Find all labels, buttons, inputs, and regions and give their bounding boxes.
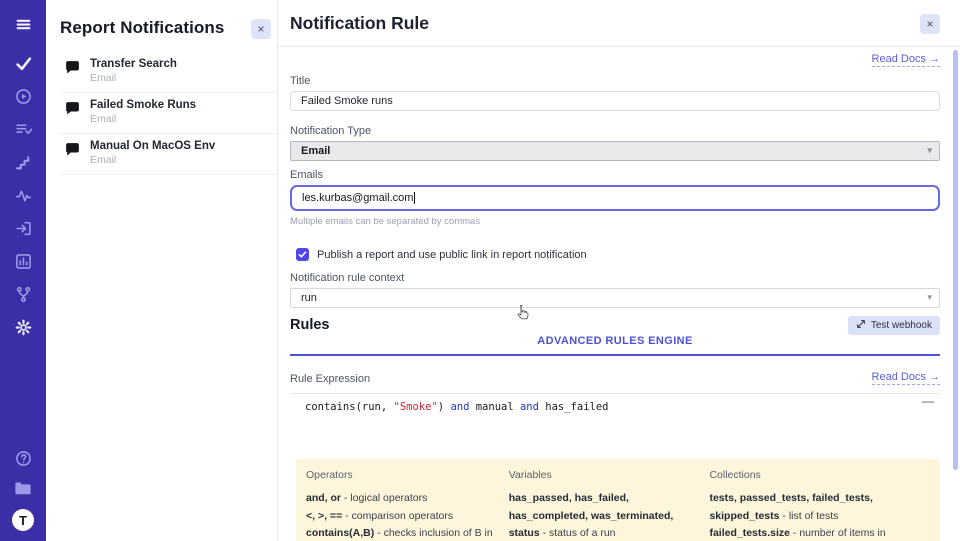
help-column-variables: Variables has_passed, has_failed, has_com… bbox=[509, 469, 698, 541]
checkbox-label: Publish a report and use public link in … bbox=[317, 249, 587, 261]
list-item[interactable]: Transfer SearchEmail bbox=[60, 52, 277, 93]
notification-text: Transfer SearchEmail bbox=[90, 57, 177, 85]
tab-advanced-rules-engine[interactable]: ADVANCED RULES ENGINE bbox=[537, 335, 693, 347]
publish-report-checkbox-row[interactable]: Publish a report and use public link in … bbox=[296, 248, 940, 261]
emails-helper-text: Multiple emails can be separated by comm… bbox=[290, 216, 940, 227]
notification-list: Transfer SearchEmailFailed Smoke RunsEma… bbox=[60, 52, 277, 175]
chat-bubble-icon bbox=[64, 141, 82, 159]
notification-title: Manual On MacOS Env bbox=[90, 139, 215, 154]
title-input[interactable] bbox=[290, 91, 940, 111]
help-column-operators: Operatorsand, or - logical operators<, >… bbox=[306, 469, 497, 541]
notification-type-label: Notification Type bbox=[290, 125, 940, 137]
help-description: - logical operators bbox=[341, 492, 427, 504]
selected-value: run bbox=[301, 292, 317, 304]
syntax-help-panel: Operatorsand, or - logical operators<, >… bbox=[296, 459, 940, 541]
chevron-down-icon: ▾ bbox=[927, 292, 932, 303]
notification-channel: Email bbox=[90, 154, 215, 167]
editor-fold-dash: — bbox=[922, 394, 934, 408]
menu-icon[interactable] bbox=[14, 15, 32, 33]
help-entry: and, or - logical operators bbox=[306, 490, 497, 508]
code-token: and bbox=[450, 401, 469, 413]
help-term: <, >, == bbox=[306, 510, 342, 522]
help-term: failed_tests.size bbox=[709, 527, 790, 539]
help-column-heading: Collections bbox=[709, 469, 928, 481]
help-column-collections: Collections tests, passed_tests, failed_t… bbox=[709, 469, 928, 541]
app-logo[interactable]: T bbox=[12, 509, 34, 531]
help-icon[interactable] bbox=[14, 449, 32, 467]
emails-label: Emails bbox=[290, 169, 940, 181]
checkbox-checked-icon[interactable] bbox=[296, 248, 309, 261]
notification-type-select[interactable]: Email ▾ bbox=[290, 141, 940, 161]
notification-title: Failed Smoke Runs bbox=[90, 98, 196, 113]
close-panel-button[interactable]: × bbox=[251, 19, 271, 39]
help-entry: failed_tests.size - number of items in c… bbox=[709, 525, 928, 541]
icon-sidebar: T bbox=[0, 0, 46, 541]
code-token: contains(run, bbox=[305, 401, 394, 413]
chat-bubble-icon bbox=[64, 59, 82, 77]
rules-heading: Rules bbox=[290, 317, 330, 333]
help-description: - comparison operators bbox=[342, 510, 453, 522]
list-item[interactable]: Failed Smoke RunsEmail bbox=[60, 93, 277, 134]
play-circle-icon[interactable] bbox=[14, 87, 32, 105]
steps-icon[interactable] bbox=[14, 153, 32, 171]
close-icon: × bbox=[257, 22, 264, 36]
sign-in-icon[interactable] bbox=[14, 219, 32, 237]
list-check-icon[interactable] bbox=[14, 120, 32, 138]
help-entry: has_passed, has_failed, has_completed, w… bbox=[509, 490, 698, 541]
code-line: contains(run, "Smoke") and manual and ha… bbox=[305, 400, 940, 414]
code-token: and bbox=[520, 401, 539, 413]
read-docs-link[interactable]: Read Docs → bbox=[872, 53, 940, 67]
selected-value: Email bbox=[301, 145, 330, 157]
help-column-heading: Variables bbox=[509, 469, 698, 481]
close-dialog-button[interactable]: × bbox=[920, 14, 940, 34]
check-icon[interactable] bbox=[14, 54, 32, 72]
report-notifications-panel: Report Notifications × Transfer SearchEm… bbox=[46, 0, 278, 541]
code-token: manual bbox=[469, 401, 520, 413]
chevron-down-icon: ▾ bbox=[927, 145, 932, 156]
bar-chart-icon[interactable] bbox=[14, 252, 32, 270]
list-item[interactable]: Manual On MacOS EnvEmail bbox=[60, 134, 277, 175]
context-label: Notification rule context bbox=[290, 272, 940, 284]
panel-header: Notification Rule × bbox=[278, 0, 960, 47]
rule-expression-label: Rule Expression bbox=[290, 373, 370, 385]
help-description: - status of a run bbox=[540, 527, 616, 539]
branch-icon[interactable] bbox=[14, 285, 32, 303]
help-entry: <, >, == - comparison operators bbox=[306, 508, 497, 526]
notification-channel: Email bbox=[90, 113, 196, 126]
notification-text: Failed Smoke RunsEmail bbox=[90, 98, 196, 126]
code-token: has_failed bbox=[539, 401, 609, 413]
help-entry: tests, passed_tests, failed_tests, skipp… bbox=[709, 490, 928, 525]
notification-channel: Email bbox=[90, 72, 177, 85]
help-term: contains(A,B) bbox=[306, 527, 374, 539]
test-webhook-button[interactable]: Test webhook bbox=[848, 316, 940, 335]
page-title: Notification Rule bbox=[278, 0, 960, 34]
activity-icon[interactable] bbox=[14, 186, 32, 204]
emails-input[interactable]: les.kurbas@gmail.com bbox=[290, 185, 940, 211]
gear-icon[interactable] bbox=[14, 318, 32, 336]
webhook-icon bbox=[856, 319, 866, 332]
rules-tabs: ADVANCED RULES ENGINE bbox=[290, 335, 940, 356]
emails-value: les.kurbas@gmail.com bbox=[302, 192, 413, 204]
title-label: Title bbox=[290, 75, 940, 87]
scrollbar[interactable] bbox=[953, 50, 958, 470]
help-term: and, or bbox=[306, 492, 341, 504]
help-entry: contains(A,B) - checks inclusion of B in… bbox=[306, 525, 497, 541]
help-description: - list of tests bbox=[779, 510, 838, 522]
read-docs-link[interactable]: Read Docs → bbox=[872, 371, 940, 385]
folder-icon[interactable] bbox=[14, 479, 32, 497]
notification-rule-panel: Notification Rule × Read Docs → Title No… bbox=[278, 0, 960, 541]
chat-bubble-icon bbox=[64, 100, 82, 118]
text-caret bbox=[414, 192, 415, 204]
rule-expression-editor[interactable]: contains(run, "Smoke") and manual and ha… bbox=[290, 393, 940, 459]
notification-title: Transfer Search bbox=[90, 57, 177, 72]
help-column-heading: Operators bbox=[306, 469, 497, 481]
context-select[interactable]: run ▾ bbox=[290, 288, 940, 308]
panel-title: Report Notifications bbox=[60, 18, 277, 38]
close-icon: × bbox=[926, 17, 933, 31]
code-token: ) bbox=[438, 401, 451, 413]
code-token: "Smoke" bbox=[394, 401, 438, 413]
notification-text: Manual On MacOS EnvEmail bbox=[90, 139, 215, 167]
test-webhook-label: Test webhook bbox=[871, 320, 932, 331]
